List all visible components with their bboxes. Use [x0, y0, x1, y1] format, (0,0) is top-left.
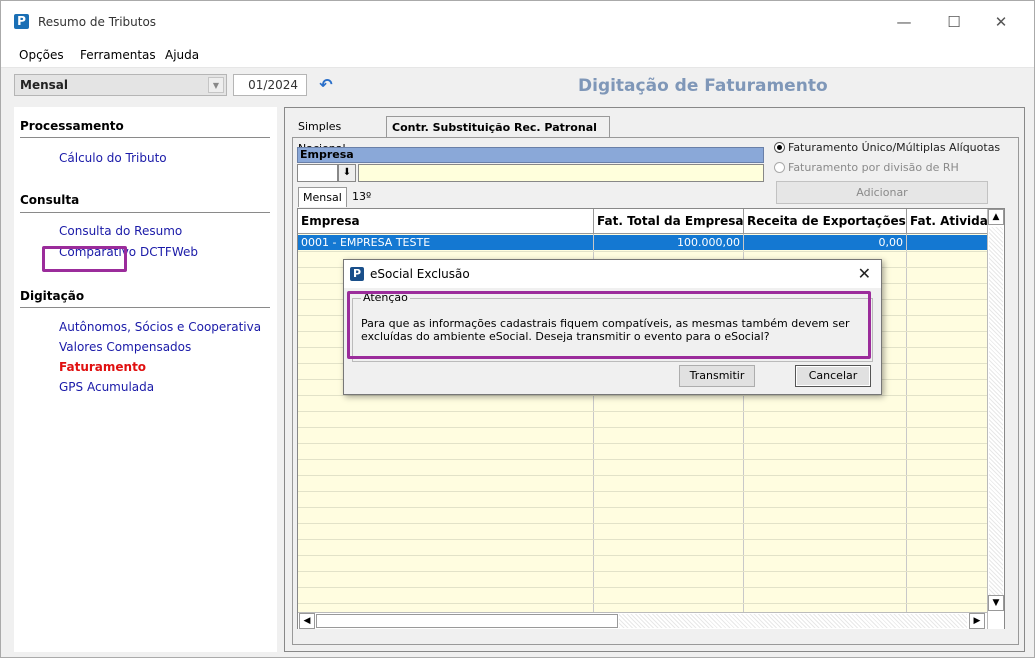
- empresa-name-input[interactable]: [358, 164, 764, 182]
- radio-label: Faturamento por divisão de RH: [788, 161, 959, 174]
- sidebar: Processamento Cálculo do Tributo Consult…: [14, 107, 277, 652]
- empresa-code-input[interactable]: [297, 164, 338, 182]
- row-divider: [298, 459, 988, 460]
- section-consulta: Consulta: [20, 193, 80, 207]
- row-divider: [298, 587, 988, 588]
- subtab-mensal[interactable]: Mensal: [298, 187, 347, 207]
- subtab-13-salario[interactable]: 13º Salário: [348, 187, 394, 223]
- period-type-select[interactable]: Mensal ▼: [14, 74, 227, 96]
- table-cell: 100.000,00: [594, 235, 744, 250]
- row-divider: [298, 539, 988, 540]
- radio-unselected-icon: [774, 162, 785, 173]
- title-bar: P Resumo de Tributos — ☐ ✕: [1, 1, 1034, 43]
- radio-label: Faturamento Único/Múltiplas Alíquotas: [788, 141, 1001, 154]
- dialog-title: eSocial Exclusão: [370, 267, 470, 281]
- radio-faturamento-divisao-rh[interactable]: Faturamento por divisão de RH: [774, 161, 959, 174]
- close-icon[interactable]: ✕: [858, 264, 871, 283]
- chevron-down-icon[interactable]: ▼: [208, 77, 224, 93]
- menu-bar: Opções Ferramentas Ajuda: [1, 43, 1034, 67]
- dialog-title-bar: P eSocial Exclusão ✕: [344, 260, 881, 288]
- table-cell: [907, 235, 988, 250]
- scroll-thumb[interactable]: [316, 614, 618, 628]
- menu-ajuda[interactable]: Ajuda: [165, 48, 199, 62]
- sidebar-item-gps-acumulada[interactable]: GPS Acumulada: [59, 380, 154, 394]
- cancel-button[interactable]: Cancelar: [795, 365, 871, 387]
- table-row[interactable]: 0001 - EMPRESA TESTE 100.000,00 0,00: [298, 235, 988, 250]
- column-header[interactable]: Empresa: [298, 209, 594, 234]
- row-divider: [298, 555, 988, 556]
- row-divider: [298, 411, 988, 412]
- sidebar-item-autonomos[interactable]: Autônomos, Sócios e Cooperativa: [59, 320, 261, 334]
- row-divider: [298, 427, 988, 428]
- window-title: Resumo de Tributos: [38, 15, 157, 29]
- horizontal-scrollbar[interactable]: ◀ ▶: [298, 612, 987, 629]
- page-title: Digitação de Faturamento: [578, 76, 828, 96]
- table-cell: 0,00: [744, 235, 907, 250]
- scroll-up-icon[interactable]: ▲: [988, 209, 1004, 225]
- maximize-button[interactable]: ☐: [939, 11, 969, 33]
- main-window: P Resumo de Tributos — ☐ ✕ Opções Ferram…: [0, 0, 1035, 658]
- sidebar-item-valores-compensados[interactable]: Valores Compensados: [59, 340, 191, 354]
- row-divider: [298, 491, 988, 492]
- scroll-left-icon[interactable]: ◀: [299, 613, 315, 629]
- row-divider: [298, 475, 988, 476]
- column-header[interactable]: Fat. Total da Empresa: [594, 209, 744, 234]
- radio-selected-icon: [774, 142, 785, 153]
- undo-icon[interactable]: ↶: [315, 75, 337, 95]
- row-divider: [298, 251, 988, 252]
- divider: [20, 137, 270, 138]
- column-header[interactable]: Receita de Exportações: [744, 209, 907, 234]
- section-digitacao: Digitação: [20, 289, 85, 303]
- period-input[interactable]: 01/2024: [233, 74, 307, 96]
- sidebar-item-faturamento[interactable]: Faturamento: [59, 360, 146, 374]
- add-button[interactable]: Adicionar: [776, 181, 988, 204]
- table-cell: 0001 - EMPRESA TESTE: [298, 235, 594, 250]
- download-icon[interactable]: ⬇: [338, 164, 356, 182]
- section-processamento: Processamento: [20, 119, 124, 133]
- minimize-button[interactable]: —: [889, 11, 919, 33]
- app-logo-icon: P: [350, 267, 364, 281]
- divider: [20, 307, 270, 308]
- sidebar-item-consulta-resumo[interactable]: Consulta do Resumo: [59, 224, 182, 238]
- column-header[interactable]: Fat. Ativida: [907, 209, 988, 234]
- table-header: Empresa Fat. Total da Empresa Receita de…: [298, 209, 988, 234]
- sidebar-item-calculo-tributo[interactable]: Cálculo do Tributo: [59, 151, 167, 165]
- menu-opcoes[interactable]: Opções: [19, 48, 64, 62]
- scroll-track[interactable]: [989, 227, 1003, 611]
- row-divider: [298, 523, 988, 524]
- column-divider: [906, 234, 907, 614]
- row-divider: [298, 603, 988, 604]
- row-divider: [298, 395, 988, 396]
- row-divider: [298, 571, 988, 572]
- radio-faturamento-unico[interactable]: Faturamento Único/Múltiplas Alíquotas: [774, 141, 1000, 154]
- divider: [20, 212, 270, 213]
- row-divider: [298, 443, 988, 444]
- tab-contr-substituicao[interactable]: Contr. Substituição Rec. Patronal: [386, 116, 610, 138]
- row-divider: [298, 507, 988, 508]
- period-type-value: Mensal: [20, 78, 68, 92]
- vertical-scrollbar[interactable]: ▲ ▼: [987, 209, 1004, 629]
- menu-ferramentas[interactable]: Ferramentas: [80, 48, 156, 62]
- app-logo-icon: P: [14, 14, 29, 29]
- transmit-button[interactable]: Transmitir: [679, 365, 755, 387]
- scroll-down-icon[interactable]: ▼: [988, 595, 1004, 611]
- empresa-label: Empresa: [297, 147, 764, 163]
- close-button[interactable]: ✕: [986, 11, 1016, 33]
- highlight-box-faturamento: [42, 246, 127, 272]
- highlight-box-message: [347, 291, 871, 359]
- tab-simples-nacional[interactable]: Simples Nacional: [293, 116, 351, 155]
- scroll-track[interactable]: [619, 614, 967, 628]
- scroll-right-icon[interactable]: ▶: [969, 613, 985, 629]
